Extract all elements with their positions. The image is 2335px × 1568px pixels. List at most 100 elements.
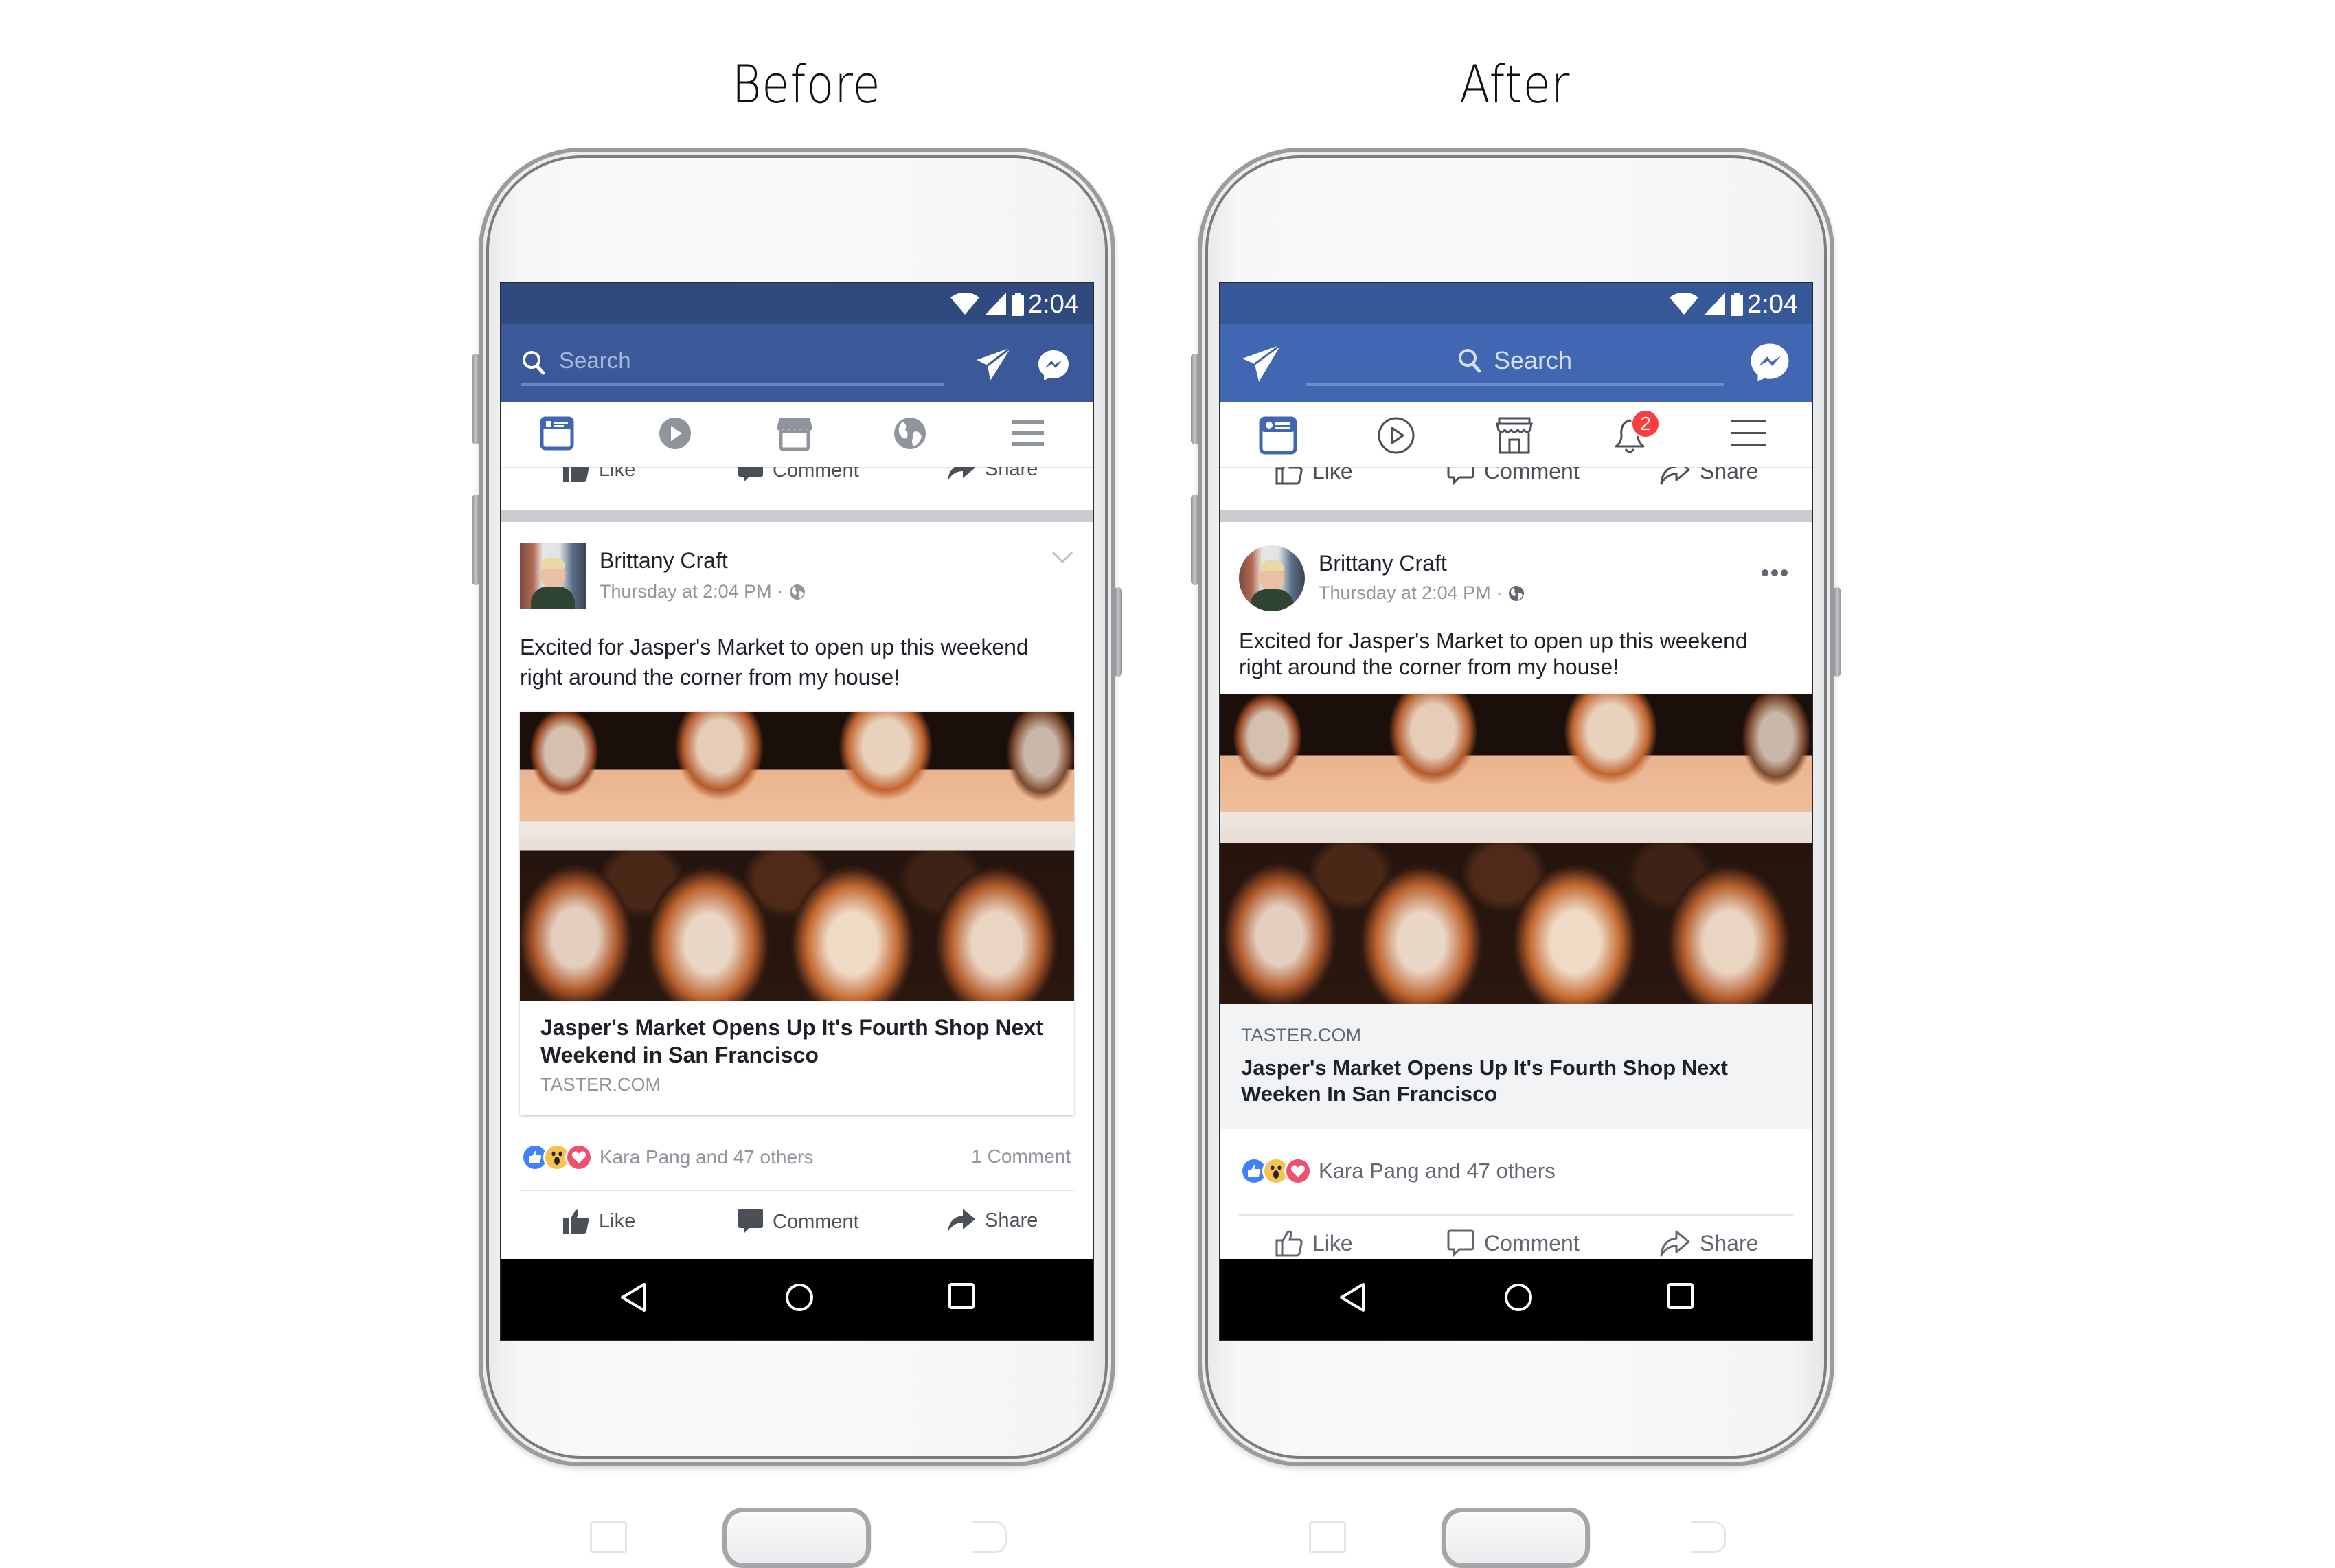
love-reaction-icon [565, 1144, 593, 1171]
share-button[interactable]: Share [1660, 1229, 1758, 1257]
tab-menu-icon[interactable] [1730, 416, 1771, 457]
tab-watch-icon[interactable] [658, 416, 699, 457]
comment-button[interactable]: Comment [738, 1209, 859, 1235]
battery-icon [1731, 293, 1743, 316]
prev-like-button[interactable]: Like [563, 467, 635, 482]
like-icon [563, 1209, 589, 1234]
tab-marketplace-icon[interactable] [1495, 416, 1536, 457]
wifi-icon [1670, 293, 1698, 315]
post-options-chevron-icon[interactable] [1051, 551, 1073, 565]
search-icon [522, 350, 545, 375]
signal-icon [1705, 293, 1725, 315]
share-button[interactable]: Share [948, 1209, 1038, 1232]
send-icon[interactable] [975, 346, 1012, 383]
share-icon [948, 467, 975, 481]
feed-divider [1220, 510, 1812, 522]
link-preview-card[interactable]: Jasper's Market Opens Up It's Fourth Sho… [520, 712, 1074, 1115]
top-header: Search [1220, 324, 1812, 402]
more-options-icon[interactable] [1761, 569, 1788, 577]
home-button[interactable] [1442, 1508, 1590, 1568]
search-placeholder: Search [559, 348, 631, 373]
signal-icon [986, 293, 1006, 315]
share-icon [948, 1209, 975, 1232]
notification-badge: 2 [1631, 409, 1660, 438]
tab-menu-icon[interactable] [1011, 416, 1052, 457]
comment-icon [738, 467, 763, 484]
share-outline-icon [1660, 467, 1690, 485]
reactions-summary[interactable]: Kara Pang and 47 others [521, 1144, 813, 1171]
post-timestamp: Thursday at 2:04 PM · [600, 581, 806, 602]
reactions-summary[interactable]: Kara Pang and 47 others [1240, 1157, 1556, 1185]
home-nav-icon[interactable] [1503, 1282, 1534, 1313]
search-field[interactable]: Search [521, 343, 944, 386]
separator: · [1496, 582, 1503, 603]
link-image [1220, 694, 1812, 1004]
post-text: Excited for Jasper's Market to open up t… [520, 635, 1029, 690]
android-nav-bar [501, 1259, 1093, 1340]
like-outline-icon [1275, 467, 1303, 485]
tab-news-feed-icon[interactable] [540, 416, 581, 457]
prev-comment-button[interactable]: Comment [1447, 467, 1580, 485]
tab-news-feed-icon[interactable] [1259, 416, 1300, 457]
tab-marketplace-icon[interactable] [776, 416, 817, 457]
actions-divider [520, 1190, 1074, 1191]
avatar[interactable] [1239, 545, 1305, 611]
recents-nav-icon[interactable] [948, 1282, 975, 1310]
back-key [972, 1521, 1007, 1553]
prev-share-button[interactable]: Share [948, 467, 1038, 481]
recents-nav-icon[interactable] [1667, 1282, 1694, 1310]
back-nav-icon[interactable] [1339, 1282, 1366, 1313]
link-title: Jasper's Market Opens Up It's Fourth Sho… [1241, 1056, 1728, 1106]
tab-notifications-icon[interactable]: 2 [1613, 409, 1660, 457]
globe-privacy-icon [1508, 585, 1525, 602]
back-nav-icon[interactable] [619, 1282, 647, 1313]
home-button[interactable] [722, 1508, 871, 1568]
timestamp-text[interactable]: Thursday at 2:04 PM [1319, 582, 1491, 604]
home-nav-icon[interactable] [784, 1282, 815, 1313]
back-key [1691, 1521, 1726, 1553]
comment-outline-icon [1447, 467, 1474, 485]
after-phone: 2:04 Search 2 Like Comment Share Brittan… [1191, 148, 1841, 1568]
globe-privacy-icon [789, 584, 806, 600]
prev-comment-button[interactable]: Comment [738, 467, 859, 484]
post-text: Excited for Jasper's Market to open up t… [1239, 628, 1748, 679]
tab-globe-icon[interactable] [893, 416, 934, 457]
previous-post-actions: Like Comment Share [501, 467, 1093, 510]
news-feed: Like Comment Share Brittany Craft Thursd… [1220, 467, 1812, 1259]
send-icon[interactable] [1241, 343, 1282, 383]
comment-button[interactable]: Comment [1447, 1229, 1580, 1257]
avatar[interactable] [520, 543, 586, 609]
feed-divider [501, 510, 1093, 522]
after-screen: 2:04 Search 2 Like Comment Share Brittan… [1219, 282, 1813, 1341]
like-button[interactable]: Like [563, 1209, 635, 1234]
before-caption: Before [731, 54, 881, 115]
prev-like-button[interactable]: Like [1275, 467, 1353, 485]
reactions-text: Kara Pang and 47 others [1319, 1159, 1556, 1183]
status-time: 2:04 [1747, 290, 1798, 319]
post-author[interactable]: Brittany Craft [1319, 551, 1447, 576]
tab-watch-icon[interactable] [1377, 416, 1418, 457]
timestamp-text[interactable]: Thursday at 2:04 PM [600, 581, 772, 602]
battery-icon [1012, 293, 1024, 316]
link-title: Jasper's Market Opens Up It's Fourth Sho… [540, 1015, 1043, 1067]
comment-outline-icon [1447, 1229, 1474, 1257]
like-button[interactable]: Like [1275, 1229, 1353, 1257]
link-domain: TASTER.COM [1241, 1025, 1361, 1045]
like-outline-icon [1275, 1229, 1303, 1257]
link-preview-card[interactable]: TASTER.COM Jasper's Market Opens Up It's… [1220, 694, 1812, 1129]
search-field[interactable]: Search [1306, 341, 1724, 386]
search-placeholder: Search [1493, 346, 1573, 374]
post-author[interactable]: Brittany Craft [600, 548, 728, 573]
link-image [520, 712, 1074, 1001]
reactions-text: Kara Pang and 47 others [600, 1146, 814, 1168]
share-outline-icon [1660, 1229, 1690, 1257]
messenger-icon[interactable] [1749, 342, 1790, 383]
status-bar: 2:04 [501, 283, 1093, 324]
news-feed: Like Comment Share Brittany Craft Thursd… [501, 467, 1093, 1259]
top-header: Search [501, 324, 1093, 402]
status-bar: 2:04 [1220, 283, 1812, 324]
comment-icon [738, 1209, 763, 1235]
messenger-icon[interactable] [1037, 349, 1070, 382]
comment-count[interactable]: 1 Comment [971, 1146, 1071, 1168]
prev-share-button[interactable]: Share [1660, 467, 1758, 485]
